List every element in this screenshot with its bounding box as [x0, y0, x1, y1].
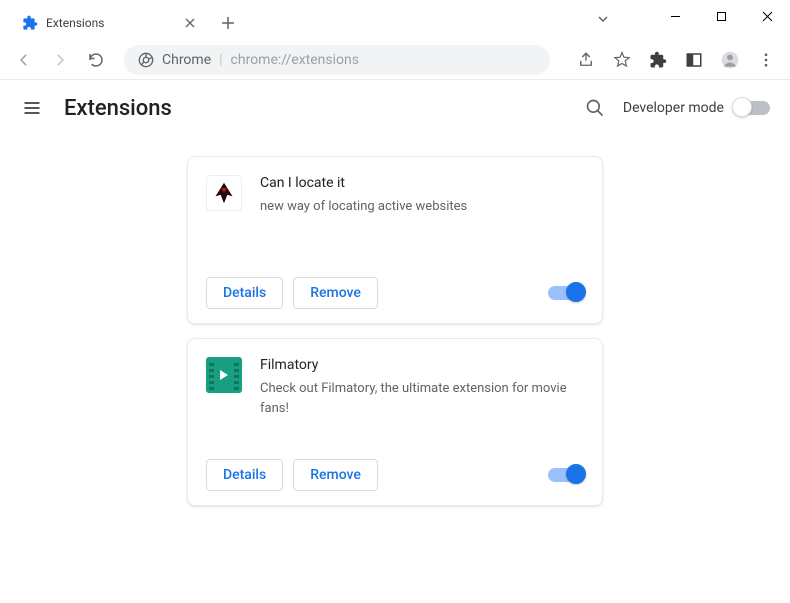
side-panel-icon[interactable] — [678, 44, 710, 76]
kebab-menu-icon[interactable] — [750, 44, 782, 76]
profile-avatar-icon[interactable] — [714, 44, 746, 76]
back-button[interactable] — [8, 44, 40, 76]
details-button[interactable]: Details — [206, 459, 283, 491]
window-controls — [652, 0, 790, 32]
address-scheme: Chrome — [162, 52, 211, 68]
extension-card: Can I locate it new way of locating acti… — [187, 156, 603, 324]
extensions-header: Extensions Developer mode — [0, 80, 790, 136]
titlebar: Extensions — [0, 0, 790, 40]
menu-hamburger-icon[interactable] — [20, 96, 44, 120]
developer-mode-toggle[interactable] — [734, 101, 770, 115]
search-icon[interactable] — [577, 90, 613, 126]
bookmark-star-icon[interactable] — [606, 44, 638, 76]
extension-puzzle-icon — [22, 15, 38, 31]
new-tab-button[interactable] — [214, 9, 242, 37]
toolbar-right — [562, 44, 782, 76]
close-tab-icon[interactable] — [182, 15, 198, 31]
page-title: Extensions — [64, 96, 172, 121]
tab-search-icon[interactable] — [596, 12, 610, 26]
remove-button[interactable]: Remove — [293, 277, 378, 309]
extension-enable-toggle[interactable] — [548, 468, 584, 482]
extension-enable-toggle[interactable] — [548, 286, 584, 300]
extension-description: Check out Filmatory, the ultimate extens… — [260, 379, 584, 418]
minimize-button[interactable] — [652, 0, 698, 32]
address-bar-row: Chrome | chrome://extensions — [0, 40, 790, 80]
extensions-puzzle-icon[interactable] — [642, 44, 674, 76]
extension-name: Can I locate it — [260, 175, 584, 191]
film-icon — [206, 357, 242, 393]
details-button[interactable]: Details — [206, 277, 283, 309]
address-path: chrome://extensions — [231, 52, 359, 68]
extension-card: Filmatory Check out Filmatory, the ultim… — [187, 338, 603, 506]
eagle-icon — [206, 175, 242, 211]
remove-button[interactable]: Remove — [293, 459, 378, 491]
tab-title: Extensions — [46, 16, 104, 30]
browser-tab[interactable]: Extensions — [10, 6, 210, 40]
extensions-list: Can I locate it new way of locating acti… — [0, 136, 790, 526]
forward-button — [44, 44, 76, 76]
extension-name: Filmatory — [260, 357, 584, 373]
address-bar[interactable]: Chrome | chrome://extensions — [124, 45, 550, 75]
close-window-button[interactable] — [744, 0, 790, 32]
maximize-button[interactable] — [698, 0, 744, 32]
chrome-logo-icon — [138, 52, 154, 68]
reload-button[interactable] — [80, 44, 112, 76]
extension-description: new way of locating active websites — [260, 197, 584, 217]
developer-mode-label: Developer mode — [623, 100, 724, 116]
share-icon[interactable] — [570, 44, 602, 76]
address-separator: | — [219, 52, 222, 68]
